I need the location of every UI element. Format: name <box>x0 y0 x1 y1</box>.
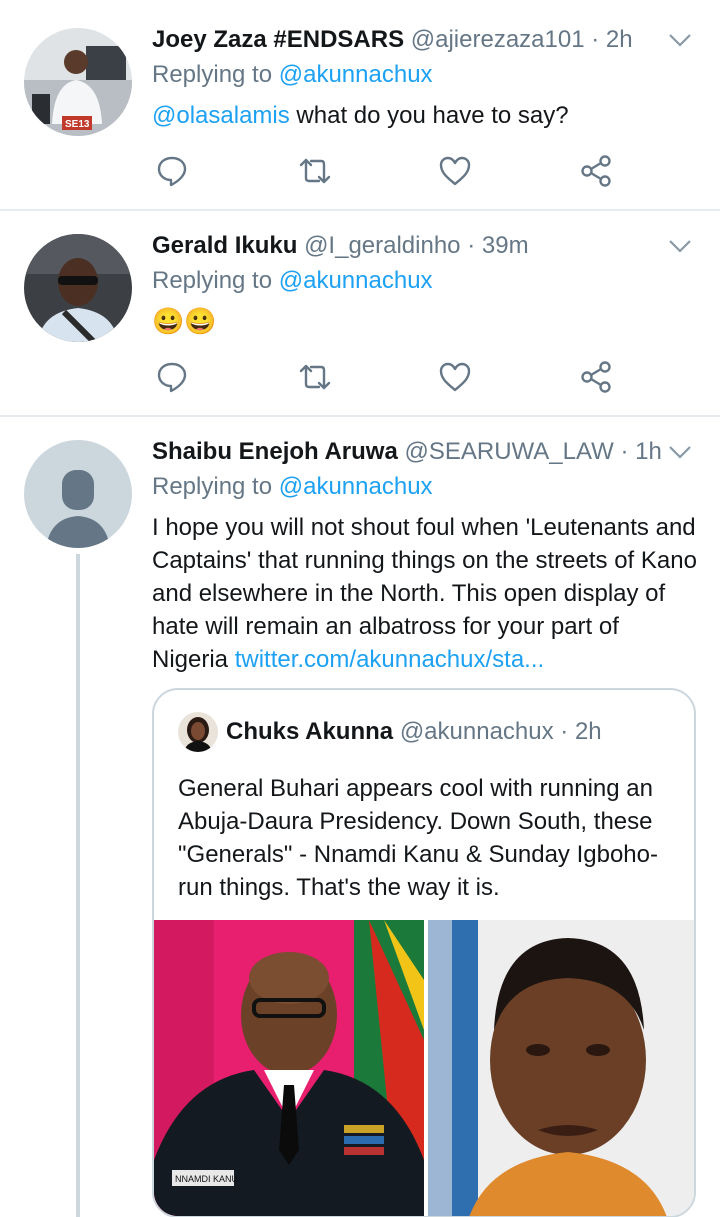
retweet-icon <box>299 364 331 390</box>
tweet-2[interactable]: Gerald Ikuku @I_geraldinho · 39m Replyin… <box>0 226 720 416</box>
tweet-actions <box>152 357 652 397</box>
retweet-button[interactable] <box>295 357 335 397</box>
tweet-link[interactable]: twitter.com/akunnachux/sta... <box>235 646 544 673</box>
reply-button[interactable] <box>152 357 192 397</box>
timestamp[interactable]: 2h <box>606 26 633 53</box>
replying-to-label: Replying to <box>152 61 279 88</box>
like-icon <box>439 362 471 392</box>
replying-to: Replying to @akunnachux <box>152 58 433 92</box>
quote-avatar <box>178 712 218 752</box>
tweet-header: Joey Zaza #ENDSARS @ajierezaza101 · 2h <box>152 20 633 60</box>
avatar-badge: SE13 <box>65 119 90 130</box>
retweet-icon <box>299 158 331 184</box>
separator: · <box>560 718 569 745</box>
share-icon <box>581 155 611 187</box>
quote-image-right[interactable] <box>428 920 694 1216</box>
quote-handle: @akunnachux <box>399 718 554 745</box>
quote-display-name: Chuks Akunna <box>226 718 394 745</box>
avatar-gerald[interactable] <box>24 234 132 342</box>
share-button[interactable] <box>576 357 616 397</box>
separator: · <box>591 26 600 53</box>
timestamp[interactable]: 1h <box>635 438 662 465</box>
share-button[interactable] <box>576 151 616 191</box>
mention-link[interactable]: @olasalamis <box>152 102 290 129</box>
reply-mention[interactable]: @akunnachux <box>279 473 433 500</box>
tweet-header: Gerald Ikuku @I_geraldinho · 39m <box>152 226 529 266</box>
timestamp[interactable]: 39m <box>482 232 529 259</box>
reply-mention[interactable]: @akunnachux <box>279 61 433 88</box>
thread-line <box>76 554 80 1217</box>
avatar-joey[interactable]: SE13 <box>24 28 132 136</box>
like-icon <box>439 156 471 186</box>
reply-mention[interactable]: @akunnachux <box>279 267 433 294</box>
avatar-default[interactable] <box>24 440 132 548</box>
tweet-text: @olasalamis what do you have to say? <box>152 99 692 132</box>
replying-to-label: Replying to <box>152 473 279 500</box>
display-name[interactable]: Shaibu Enejoh Aruwa <box>152 438 398 465</box>
tweet-body: what do you have to say? <box>289 102 569 129</box>
chevron-down-icon[interactable] <box>668 238 692 254</box>
retweet-button[interactable] <box>295 151 335 191</box>
tweet-text: 😀😀 <box>152 306 217 336</box>
replying-to: Replying to @akunnachux <box>152 470 433 504</box>
tweet-1[interactable]: SE13 Joey Zaza #ENDSARS @ajierezaza101 ·… <box>0 20 720 210</box>
tweet-divider <box>0 209 720 211</box>
quote-header: Chuks Akunna @akunnachux · 2h <box>226 712 602 752</box>
tweet-header: Shaibu Enejoh Aruwa @SEARUWA_LAW · 1h <box>152 432 662 472</box>
like-button[interactable] <box>435 151 475 191</box>
user-handle[interactable]: @ajierezaza101 <box>411 26 585 53</box>
like-button[interactable] <box>435 357 475 397</box>
user-handle[interactable]: @I_geraldinho <box>304 232 460 259</box>
reply-icon <box>157 156 187 187</box>
reply-button[interactable] <box>152 151 192 191</box>
display-name[interactable]: Gerald Ikuku <box>152 232 297 259</box>
quote-text: General Buhari appears cool with running… <box>178 775 658 901</box>
chevron-down-icon[interactable] <box>668 32 692 48</box>
quote-timestamp: 2h <box>574 718 602 745</box>
display-name[interactable]: Joey Zaza #ENDSARS <box>152 26 404 53</box>
separator: · <box>620 438 629 465</box>
replying-to-label: Replying to <box>152 267 279 294</box>
tweet-text: I hope you will not shout foul when 'Leu… <box>152 511 697 676</box>
user-handle[interactable]: @SEARUWA_LAW <box>404 438 613 465</box>
share-icon <box>581 361 611 393</box>
reply-icon <box>157 362 187 393</box>
chevron-down-icon[interactable] <box>668 444 692 460</box>
name-tag: NNAMDI KANU <box>175 1174 238 1184</box>
replying-to: Replying to @akunnachux <box>152 264 433 298</box>
tweet-divider <box>0 415 720 417</box>
separator: · <box>467 232 476 259</box>
tweet-actions <box>152 151 652 191</box>
quote-image-left[interactable]: NNAMDI KANU <box>154 920 424 1216</box>
quoted-tweet[interactable]: Chuks Akunna @akunnachux · 2h General Bu… <box>152 688 696 1217</box>
